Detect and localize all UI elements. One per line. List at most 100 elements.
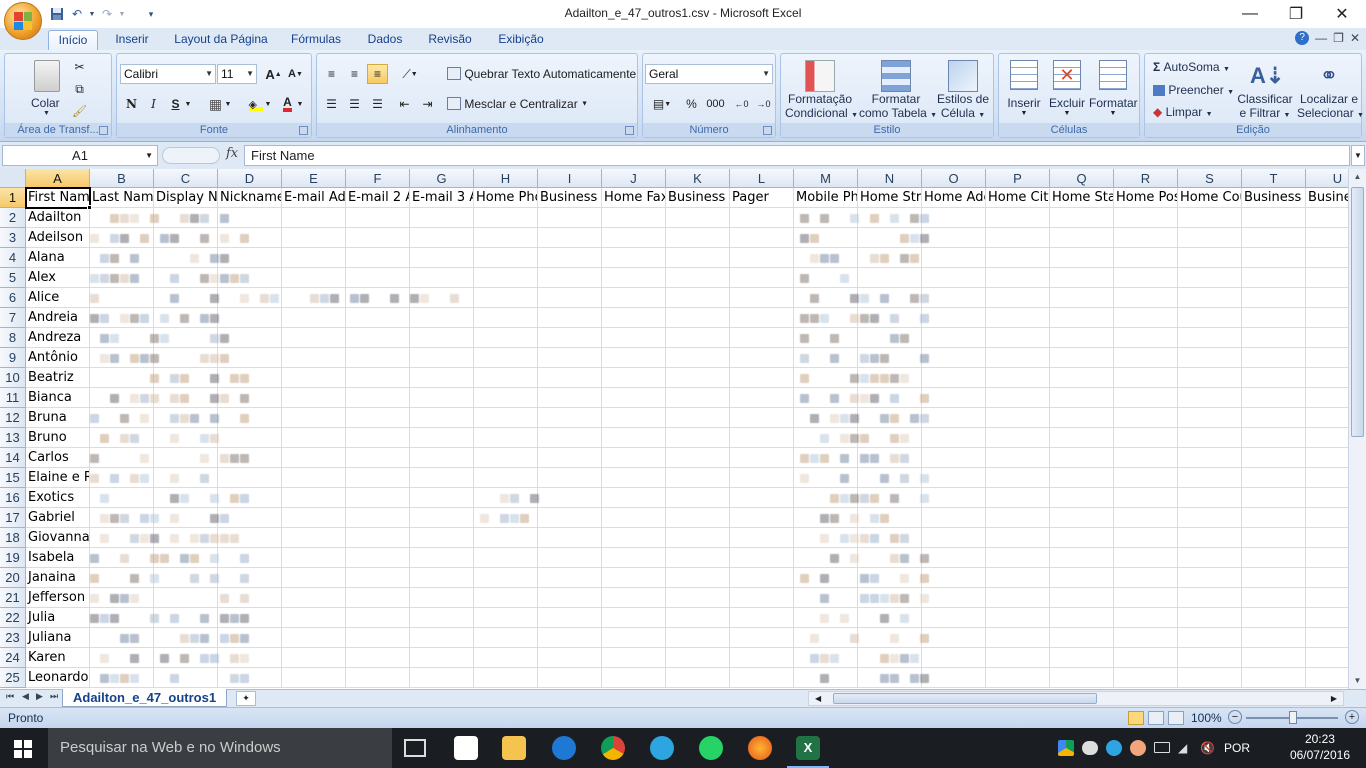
grid-cell[interactable] <box>1114 568 1178 588</box>
workbook-close-icon[interactable]: ✕ <box>1350 31 1360 45</box>
grid-cell[interactable] <box>1050 228 1114 248</box>
grid-cell[interactable] <box>346 448 410 468</box>
grid-cell[interactable] <box>986 388 1050 408</box>
header-cell-p[interactable]: Home City <box>986 188 1050 208</box>
row-header-9[interactable]: 9 <box>0 348 26 368</box>
increase-decimal-icon[interactable]: ←0 <box>731 94 752 114</box>
grid-cell[interactable] <box>666 508 730 528</box>
grid-cell[interactable] <box>1178 408 1242 428</box>
first-name-cell[interactable]: Julia <box>26 608 90 628</box>
grid-cell[interactable] <box>538 388 602 408</box>
grid-cell[interactable] <box>218 648 282 668</box>
grid-cell[interactable] <box>1114 268 1178 288</box>
grid-cell[interactable] <box>1050 468 1114 488</box>
grid-cell[interactable] <box>1050 548 1114 568</box>
grid-cell[interactable] <box>410 328 474 348</box>
grid-cell[interactable] <box>282 428 346 448</box>
grid-cell[interactable] <box>538 568 602 588</box>
grid-cell[interactable] <box>474 208 538 228</box>
grid-cell[interactable] <box>986 668 1050 688</box>
grid-cell[interactable] <box>922 328 986 348</box>
header-cell-b[interactable]: Last Name <box>90 188 154 208</box>
number-dialog-launcher[interactable]: . <box>763 126 772 135</box>
grid-cell[interactable] <box>346 488 410 508</box>
grid-cell[interactable] <box>602 408 666 428</box>
grid-cell[interactable] <box>218 308 282 328</box>
grid-cell[interactable] <box>666 428 730 448</box>
grow-font-button[interactable]: A ▲ <box>263 64 284 84</box>
grid-cell[interactable] <box>1306 428 1348 448</box>
zoom-out-icon[interactable]: − <box>1228 710 1242 724</box>
grid-cell[interactable] <box>474 448 538 468</box>
grid-cell[interactable] <box>858 468 922 488</box>
grid-cell[interactable] <box>1114 528 1178 548</box>
grid-cell[interactable] <box>666 528 730 548</box>
grid-cell[interactable] <box>1178 388 1242 408</box>
grid-cell[interactable] <box>1242 368 1306 388</box>
vertical-scrollbar[interactable]: ▲ ▼ <box>1348 169 1366 689</box>
grid-cell[interactable] <box>282 628 346 648</box>
grid-cell[interactable] <box>1178 488 1242 508</box>
grid-cell[interactable] <box>1242 268 1306 288</box>
grid-cell[interactable] <box>410 568 474 588</box>
grid-cell[interactable] <box>1178 348 1242 368</box>
grid-cell[interactable] <box>858 608 922 628</box>
grid-cell[interactable] <box>282 668 346 688</box>
grid-cell[interactable] <box>218 488 282 508</box>
grid-cell[interactable] <box>410 208 474 228</box>
grid-cell[interactable] <box>1050 648 1114 668</box>
grid-cell[interactable] <box>1050 208 1114 228</box>
chrome-icon[interactable] <box>601 736 625 760</box>
whatsapp-icon[interactable] <box>699 736 723 760</box>
grid-cell[interactable] <box>346 308 410 328</box>
first-name-cell[interactable]: Gabriel <box>26 508 90 528</box>
grid-cell[interactable] <box>922 608 986 628</box>
grid-cell[interactable] <box>1306 408 1348 428</box>
edge-icon[interactable] <box>552 736 576 760</box>
grid-cell[interactable] <box>1306 588 1348 608</box>
grid-cell[interactable] <box>1242 608 1306 628</box>
grid-cell[interactable] <box>474 588 538 608</box>
first-name-cell[interactable]: Andreza <box>26 328 90 348</box>
scroll-thumb[interactable] <box>1351 187 1364 437</box>
grid-cell[interactable] <box>1178 208 1242 228</box>
increase-indent-icon[interactable]: ⇥ <box>417 94 438 114</box>
grid-cell[interactable] <box>666 208 730 228</box>
grid-cell[interactable] <box>282 448 346 468</box>
restore-button[interactable]: ❐ <box>1273 0 1319 28</box>
row-header-18[interactable]: 18 <box>0 528 26 548</box>
clear-button[interactable]: ◆ Limpar ▼ <box>1153 105 1213 119</box>
column-header-j[interactable]: J <box>602 169 666 188</box>
grid-cell[interactable] <box>410 428 474 448</box>
first-name-cell[interactable]: Elaine e Ro <box>26 468 90 488</box>
tab-revisao[interactable]: Revisão <box>422 30 478 50</box>
grid-cell[interactable] <box>1178 648 1242 668</box>
first-name-cell[interactable]: Bruna <box>26 408 90 428</box>
grid-cell[interactable] <box>730 528 794 548</box>
header-cell-j[interactable]: Home Fax <box>602 188 666 208</box>
grid-cell[interactable] <box>1178 568 1242 588</box>
telegram-icon[interactable] <box>650 736 674 760</box>
select-all-corner[interactable] <box>0 169 26 188</box>
grid-cell[interactable] <box>1114 468 1178 488</box>
grid-cell[interactable] <box>1306 368 1348 388</box>
grid-cell[interactable] <box>154 288 218 308</box>
column-header-n[interactable]: N <box>858 169 922 188</box>
file-explorer-icon[interactable] <box>502 736 526 760</box>
borders-dropdown-icon[interactable]: ▼ <box>223 94 233 114</box>
grid-cell[interactable] <box>1050 488 1114 508</box>
grid-cell[interactable] <box>346 548 410 568</box>
grid-cell[interactable] <box>218 468 282 488</box>
column-header-h[interactable]: H <box>474 169 538 188</box>
grid-cell[interactable] <box>346 648 410 668</box>
row-header-6[interactable]: 6 <box>0 288 26 308</box>
first-name-cell[interactable]: Bianca <box>26 388 90 408</box>
clipboard-dialog-launcher[interactable]: . <box>99 126 108 135</box>
grid-cell[interactable] <box>1178 528 1242 548</box>
first-name-cell[interactable]: Giovanna <box>26 528 90 548</box>
grid-cell[interactable] <box>1306 228 1348 248</box>
grid-cell[interactable] <box>602 428 666 448</box>
grid-cell[interactable] <box>1050 348 1114 368</box>
number-format-combo[interactable]: Geral ▼ <box>645 64 773 84</box>
grid-cell[interactable] <box>282 248 346 268</box>
